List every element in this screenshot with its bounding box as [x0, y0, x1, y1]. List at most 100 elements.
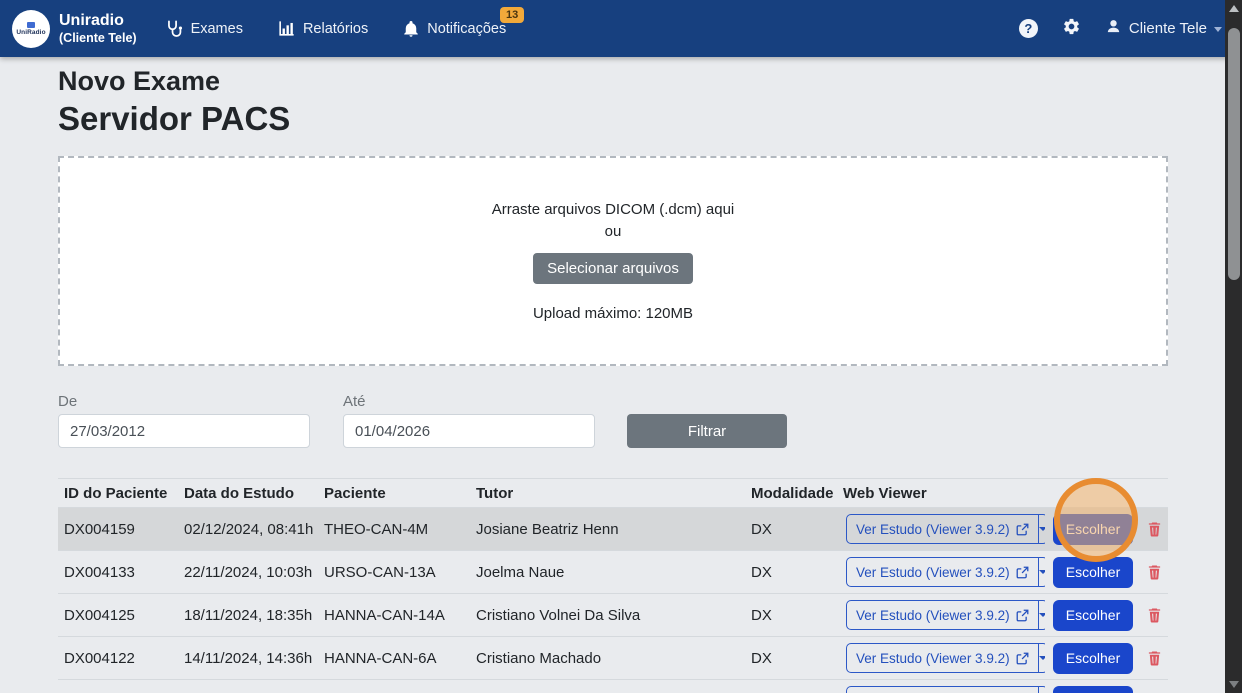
page-subtitle: Servidor PACS: [58, 100, 1168, 138]
stethoscope-icon: [165, 19, 184, 38]
view-study-button[interactable]: Ver Estudo (Viewer 3.9.2): [846, 686, 1039, 693]
question-circle-icon: ?: [1019, 19, 1038, 38]
table-header-row: ID do Paciente Data do Estudo Paciente T…: [58, 478, 1168, 507]
header-patient-id: ID do Paciente: [58, 485, 178, 502]
cell-study-date: 02/12/2024, 08:41h: [178, 521, 318, 538]
cell-patient: HANNA-CAN-14A: [318, 607, 470, 624]
select-files-button[interactable]: Selecionar arquivos: [533, 253, 693, 284]
date-from-label: De: [58, 393, 310, 410]
person-icon: [1105, 18, 1122, 39]
cell-modality: DX: [745, 650, 837, 667]
choose-button[interactable]: Escolher: [1053, 514, 1133, 545]
external-link-icon: [1016, 652, 1029, 665]
chevron-down-icon: [1214, 27, 1222, 32]
date-from-group: De: [58, 393, 310, 448]
studies-table: ID do Paciente Data do Estudo Paciente T…: [58, 478, 1168, 693]
brand-name: Uniradio: [59, 12, 137, 30]
header-tutor: Tutor: [470, 485, 745, 502]
header-study-date: Data do Estudo: [178, 485, 318, 502]
help-button[interactable]: ?: [1019, 19, 1038, 38]
dropzone-instruction: Arraste arquivos DICOM (.dcm) aqui: [492, 201, 735, 218]
view-study-button[interactable]: Ver Estudo (Viewer 3.9.2): [846, 557, 1039, 587]
bell-icon: [402, 19, 420, 38]
trash-icon: [1147, 564, 1162, 580]
delete-button[interactable]: [1147, 564, 1162, 580]
main-content: Novo Exame Servidor PACS Arraste arquivo…: [0, 57, 1242, 693]
date-filters: De Até Filtrar: [58, 393, 1168, 448]
date-to-input[interactable]: [343, 414, 595, 448]
cell-patient: URSO-CAN-13A: [318, 564, 470, 581]
table-row: DX004122 14/11/2024, 14:36h HANNA-CAN-6A…: [58, 636, 1168, 679]
dicom-dropzone[interactable]: Arraste arquivos DICOM (.dcm) aqui ou Se…: [58, 156, 1168, 366]
viewer-split-button: Ver Estudo (Viewer 3.9.2): [846, 557, 1045, 587]
vertical-scrollbar[interactable]: [1225, 0, 1242, 693]
external-link-icon: [1016, 523, 1029, 536]
cell-patient: THEO-CAN-4M: [318, 521, 470, 538]
table-row: DX004159 02/12/2024, 08:41h THEO-CAN-4M …: [58, 507, 1168, 550]
header-modality: Modalidade: [745, 485, 837, 502]
top-navbar: UniRadio Uniradio (Cliente Tele) Exames: [0, 0, 1242, 57]
upload-max-hint: Upload máximo: 120MB: [533, 305, 693, 322]
delete-button[interactable]: [1147, 521, 1162, 537]
trash-icon: [1147, 650, 1162, 666]
cell-patient: HANNA-CAN-6A: [318, 650, 470, 667]
cell-patient-id: DX004125: [58, 607, 178, 624]
nav-item-relatorios[interactable]: Relatórios: [277, 19, 368, 38]
viewer-split-button: Ver Estudo (Viewer 3.9.2): [846, 600, 1045, 630]
cell-patient-id: DX004122: [58, 650, 178, 667]
filter-button[interactable]: Filtrar: [627, 414, 787, 448]
cell-study-date: 22/11/2024, 10:03h: [178, 564, 318, 581]
trash-icon: [1147, 521, 1162, 537]
cell-patient-id: DX004159: [58, 521, 178, 538]
view-study-button[interactable]: Ver Estudo (Viewer 3.9.2): [846, 514, 1039, 544]
logo-text: UniRadio: [16, 29, 45, 36]
nav-label-relatorios: Relatórios: [303, 21, 368, 37]
delete-button[interactable]: [1147, 607, 1162, 623]
logo-mark: [27, 22, 35, 28]
brand-text: Uniradio (Cliente Tele): [59, 12, 137, 45]
settings-button[interactable]: [1062, 17, 1081, 41]
choose-button[interactable]: Escolher: [1053, 686, 1133, 693]
date-to-label: Até: [343, 393, 595, 410]
navbar-right: ? Cliente Tele: [1019, 17, 1222, 41]
cell-tutor: Joelma Naue: [470, 564, 745, 581]
cell-modality: DX: [745, 607, 837, 624]
cell-tutor: Cristiano Machado: [470, 650, 745, 667]
choose-button[interactable]: Escolher: [1053, 557, 1133, 588]
choose-button[interactable]: Escolher: [1053, 643, 1133, 674]
user-menu[interactable]: Cliente Tele: [1105, 18, 1222, 39]
brand[interactable]: UniRadio Uniradio (Cliente Tele): [12, 10, 137, 48]
notification-count-badge[interactable]: 13: [500, 7, 524, 23]
external-link-icon: [1016, 566, 1029, 579]
cell-study-date: 18/11/2024, 18:35h: [178, 607, 318, 624]
delete-button[interactable]: [1147, 650, 1162, 666]
viewer-split-button: Ver Estudo (Viewer 3.9.2): [846, 643, 1045, 673]
scrollbar-down-arrow-icon[interactable]: [1229, 681, 1239, 688]
view-study-button[interactable]: Ver Estudo (Viewer 3.9.2): [846, 643, 1039, 673]
uniradio-logo-icon: UniRadio: [12, 10, 50, 48]
choose-button[interactable]: Escolher: [1053, 600, 1133, 631]
view-study-button[interactable]: Ver Estudo (Viewer 3.9.2): [846, 600, 1039, 630]
nav-item-notificacoes[interactable]: Notificações 13: [402, 19, 506, 38]
cell-tutor: Josiane Beatriz Henn: [470, 521, 745, 538]
viewer-split-button: Ver Estudo (Viewer 3.9.2): [846, 686, 1045, 693]
external-link-icon: [1016, 609, 1029, 622]
cell-modality: DX: [745, 564, 837, 581]
cell-study-date: 14/11/2024, 14:36h: [178, 650, 318, 667]
cell-modality: DX: [745, 521, 837, 538]
bar-chart-icon: [277, 19, 296, 38]
dropzone-or-text: ou: [605, 223, 622, 240]
header-web-viewer: Web Viewer: [837, 485, 1045, 502]
scrollbar-thumb[interactable]: [1228, 28, 1240, 280]
date-to-group: Até: [343, 393, 595, 448]
nav-label-notificacoes: Notificações: [427, 21, 506, 37]
date-from-input[interactable]: [58, 414, 310, 448]
viewer-split-button: Ver Estudo (Viewer 3.9.2): [846, 514, 1045, 544]
trash-icon: [1147, 607, 1162, 623]
table-row: DX004125 18/11/2024, 18:35h HANNA-CAN-14…: [58, 593, 1168, 636]
scrollbar-up-arrow-icon[interactable]: [1229, 5, 1239, 12]
gear-icon: [1062, 17, 1081, 41]
cell-patient-id: DX004133: [58, 564, 178, 581]
header-patient: Paciente: [318, 485, 470, 502]
nav-item-exames[interactable]: Exames: [165, 19, 243, 38]
